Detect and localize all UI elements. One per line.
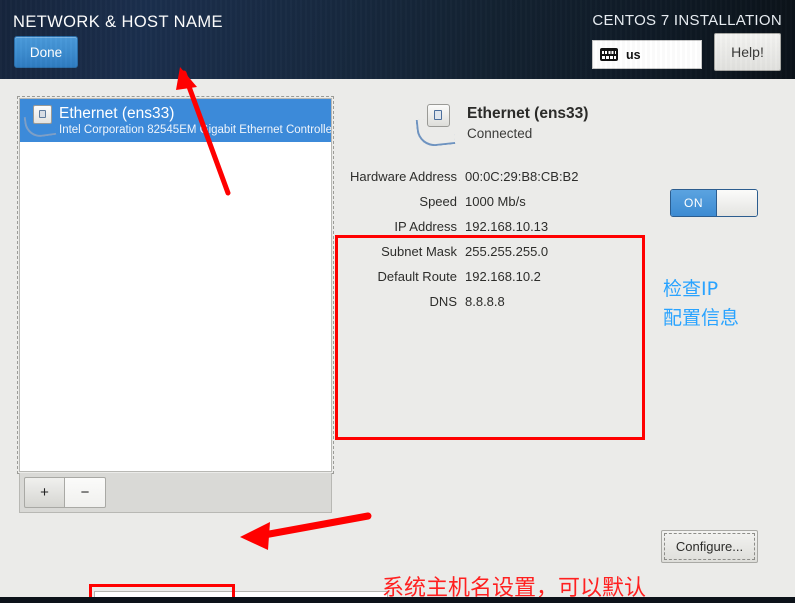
detail-value: 00:0C:29:B8:CB:B2 <box>465 169 579 184</box>
footer-strip <box>0 597 795 603</box>
list-toolbar: + − <box>19 473 332 513</box>
add-device-button[interactable]: + <box>24 477 65 508</box>
toggle-on-label: ON <box>671 190 716 216</box>
detail-value: 192.168.10.2 <box>465 269 541 284</box>
detail-label: DNS <box>429 294 457 309</box>
ethernet-icon <box>415 104 457 148</box>
detail-label: Subnet Mask <box>381 244 457 259</box>
device-details: Hardware Address 00:0C:29:B8:CB:B2 Speed… <box>345 169 635 309</box>
detail-label: Hardware Address <box>350 169 457 184</box>
device-on-off-toggle[interactable]: ON <box>670 189 758 217</box>
product-title: CENTOS 7 INSTALLATION <box>592 12 782 29</box>
device-header: Ethernet (ens33) Connected <box>415 104 589 148</box>
installer-screen: NETWORK & HOST NAME CENTOS 7 INSTALLATIO… <box>0 0 795 603</box>
list-item[interactable]: Ethernet (ens33) Intel Corporation 82545… <box>20 99 331 142</box>
ethernet-icon <box>23 103 59 139</box>
configure-button[interactable]: Configure... <box>661 530 758 563</box>
detail-value: 1000 Mb/s <box>465 194 526 209</box>
detail-value: 255.255.255.0 <box>465 244 549 259</box>
done-button[interactable]: Done <box>14 36 78 68</box>
content-area: Ethernet (ens33) Intel Corporation 82545… <box>0 79 795 603</box>
help-button[interactable]: Help! <box>714 33 781 71</box>
app-header: NETWORK & HOST NAME CENTOS 7 INSTALLATIO… <box>0 0 795 79</box>
detail-label: Speed <box>419 194 457 209</box>
detail-value: 8.8.8.8 <box>465 294 505 309</box>
network-device-list[interactable]: Ethernet (ens33) Intel Corporation 82545… <box>17 96 334 474</box>
toggle-knob[interactable] <box>716 190 757 216</box>
annotation-line-2: 配置信息 <box>663 307 740 329</box>
keyboard-layout-indicator[interactable]: us <box>592 40 702 69</box>
list-item-name: Ethernet (ens33) <box>59 104 175 122</box>
annotation-check-ip: 检查IP 配置信息 <box>663 275 739 333</box>
annotation-line-1: 检查IP <box>663 278 719 300</box>
page-title: NETWORK & HOST NAME <box>13 13 223 31</box>
detail-label: IP Address <box>394 219 457 234</box>
detail-label: Default Route <box>377 269 458 284</box>
keyboard-icon <box>600 48 618 61</box>
device-status: Connected <box>467 126 533 141</box>
keyboard-layout-label: us <box>626 47 641 62</box>
detail-value: 192.168.10.13 <box>465 219 549 234</box>
remove-device-button[interactable]: − <box>65 477 106 508</box>
device-name: Ethernet (ens33) <box>467 105 589 122</box>
list-item-description: Intel Corporation 82545EM Gigabit Ethern… <box>59 123 331 136</box>
